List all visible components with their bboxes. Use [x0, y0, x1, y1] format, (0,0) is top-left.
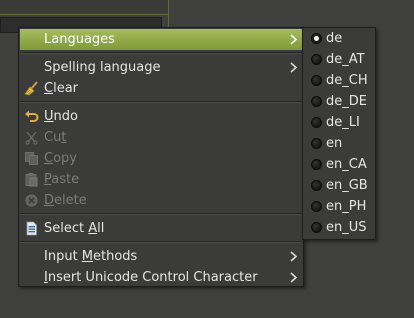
language-label: de_DE: [326, 94, 367, 109]
radio-icon: [311, 201, 322, 212]
menu-item-label: Copy: [44, 151, 77, 166]
menu-item-select-all[interactable]: Select All: [20, 218, 302, 239]
menu-item-label: Undo: [44, 109, 78, 124]
select-all-document-icon: [26, 221, 37, 236]
radio-icon: [311, 138, 322, 149]
language-label: en_PH: [326, 199, 367, 214]
radio-icon: [311, 222, 322, 233]
chevron-right-icon: [290, 272, 298, 283]
language-option-en-gb[interactable]: en_GB: [304, 175, 374, 196]
menu-separator: [20, 213, 302, 215]
radio-icon: [311, 96, 322, 107]
language-option-de-de[interactable]: de_DE: [304, 91, 374, 112]
menu-item-insert-unicode[interactable]: Insert Unicode Control Character: [20, 267, 302, 288]
radio-icon: [311, 54, 322, 65]
chevron-right-icon: [290, 34, 298, 45]
language-label: de_AT: [326, 52, 365, 67]
menu-item-label: Clear: [44, 81, 78, 96]
menu-separator: [20, 52, 302, 54]
paste-icon: [25, 173, 38, 187]
delete-icon: [25, 194, 38, 207]
language-option-en-us[interactable]: en_US: [304, 217, 374, 238]
language-label: en_CA: [326, 157, 367, 172]
menu-item-label: Select All: [44, 221, 105, 236]
broom-icon: [24, 81, 38, 96]
language-option-en-ph[interactable]: en_PH: [304, 196, 374, 217]
language-label: de_LI: [326, 115, 360, 130]
menu-separator: [20, 241, 302, 243]
language-option-en-ca[interactable]: en_CA: [304, 154, 374, 175]
language-label: en_US: [326, 220, 367, 235]
undo-arrow-icon: [25, 110, 39, 122]
menu-item-label: Paste: [44, 172, 80, 187]
language-label: en_GB: [326, 178, 368, 193]
language-option-de-li[interactable]: de_LI: [304, 112, 374, 133]
language-option-de-at[interactable]: de_AT: [304, 49, 374, 70]
language-label: en: [326, 136, 343, 151]
menu-item-spelling-language[interactable]: Spelling language: [20, 57, 302, 78]
radio-icon: [311, 180, 322, 191]
menu-item-undo[interactable]: Undo: [20, 106, 302, 127]
language-option-de[interactable]: de: [304, 28, 374, 49]
chevron-right-icon: [290, 62, 298, 73]
menu-item-label: Delete: [44, 193, 87, 208]
context-menu: Languages Spelling language Clear Undo C…: [18, 27, 304, 287]
menu-item-copy: Copy: [20, 148, 302, 169]
menu-item-label: Input Methods: [44, 249, 138, 264]
languages-submenu: de de_AT de_CH de_DE de_LI en en_CA en_G…: [302, 27, 376, 240]
menu-item-delete: Delete: [20, 190, 302, 211]
language-option-de-ch[interactable]: de_CH: [304, 70, 374, 91]
scissors-icon: [25, 131, 38, 145]
menu-item-languages[interactable]: Languages: [20, 29, 302, 50]
menu-item-input-methods[interactable]: Input Methods: [20, 246, 302, 267]
menu-item-label: Spelling language: [44, 60, 161, 75]
menu-item-clear[interactable]: Clear: [20, 78, 302, 99]
radio-icon: [311, 117, 322, 128]
radio-icon: [311, 75, 322, 86]
language-option-en[interactable]: en: [304, 133, 374, 154]
menu-item-cut: Cut: [20, 127, 302, 148]
radio-selected-icon: [311, 33, 322, 44]
menu-item-paste: Paste: [20, 169, 302, 190]
radio-icon: [311, 159, 322, 170]
menu-item-label: Insert Unicode Control Character: [44, 270, 258, 285]
copy-icon: [25, 152, 38, 165]
menu-item-label: Cut: [44, 130, 67, 145]
language-label: de_CH: [326, 73, 368, 88]
chevron-right-icon: [290, 251, 298, 262]
language-label: de: [326, 31, 343, 46]
menu-item-label: Languages: [44, 32, 115, 47]
menu-separator: [20, 101, 302, 103]
background-window-frame: [0, 0, 169, 15]
